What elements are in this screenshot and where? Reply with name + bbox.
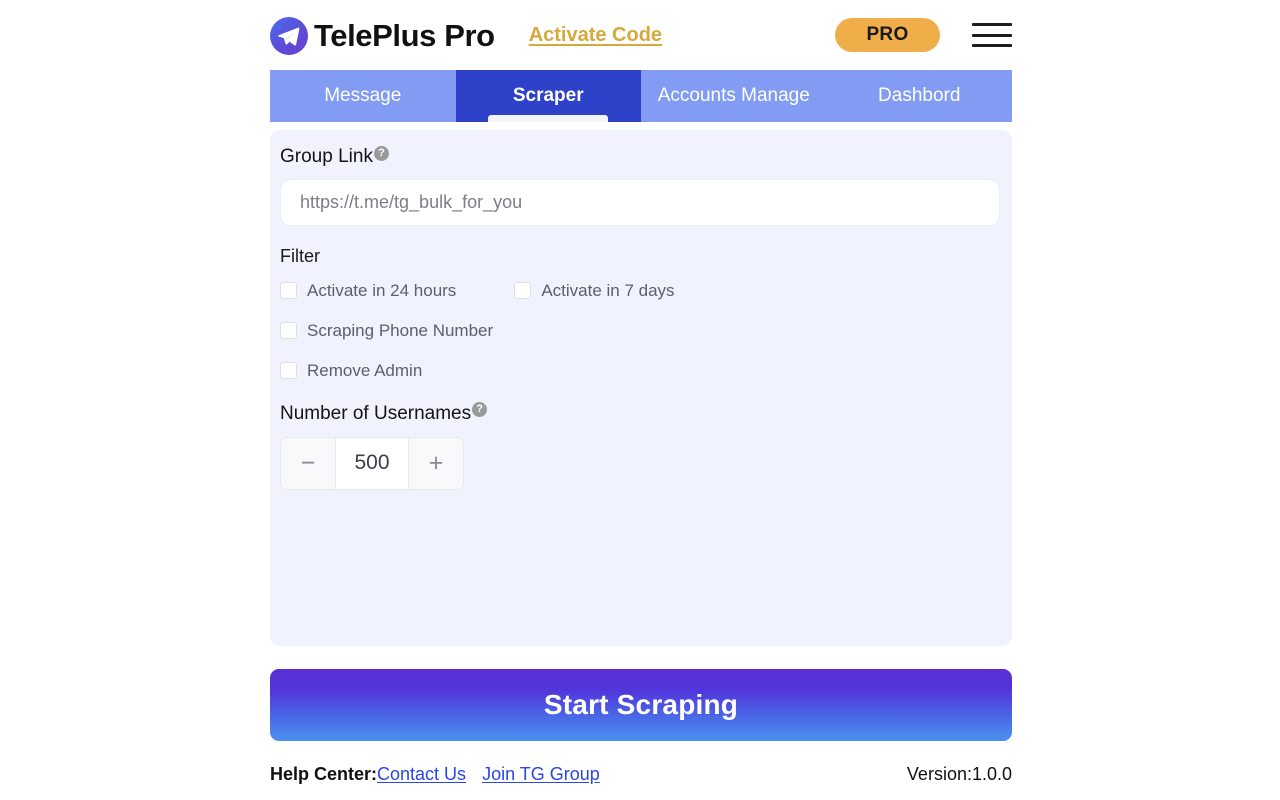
start-scraping-button[interactable]: Start Scraping (270, 669, 1012, 741)
app-window: TelePlus Pro Activate Code PRO Message S… (0, 0, 1280, 800)
increment-button[interactable]: + (408, 437, 463, 489)
brand-block: TelePlus Pro Activate Code (270, 15, 662, 55)
version-label: Version:1.0.0 (906, 763, 1012, 784)
group-link-input[interactable] (280, 178, 1000, 226)
checkbox-box[interactable] (280, 322, 297, 340)
usernames-label-row: Number of Usernames ? (280, 401, 1002, 425)
checkbox-scraping-phone-number[interactable]: Scraping Phone Number (280, 321, 493, 341)
checkbox-box[interactable] (280, 362, 297, 380)
tab-message[interactable]: Message (270, 70, 456, 122)
usernames-label: Number of Usernames (280, 402, 472, 424)
join-tg-group-link[interactable]: Join TG Group (482, 764, 600, 785)
tab-dashbord[interactable]: Dashbord (826, 70, 1012, 122)
tab-bar: Message Scraper Accounts Manage Dashbord (270, 70, 1012, 122)
app-title: TelePlus Pro (314, 17, 495, 53)
footer-bar: Help Center: Contact Us Join TG Group Ve… (270, 760, 1012, 788)
group-link-label-row: Group Link ? (280, 146, 1002, 168)
hamburger-bar (972, 23, 1012, 26)
hamburger-bar (972, 33, 1012, 37)
telegram-plane-icon (270, 17, 308, 55)
filter-row-2: Scraping Phone Number (280, 321, 1002, 341)
checkbox-box[interactable] (280, 282, 297, 300)
checkbox-label: Activate in 24 hours (307, 280, 457, 300)
contact-us-link[interactable]: Contact Us (377, 764, 466, 785)
activate-code-link[interactable]: Activate Code (529, 24, 662, 47)
tab-accounts-manage[interactable]: Accounts Manage (641, 70, 827, 122)
usernames-quantity-stepper: − 500 + (280, 436, 464, 490)
filter-row-3: Remove Admin (280, 361, 1002, 381)
checkbox-label: Scraping Phone Number (307, 320, 494, 340)
hamburger-bar (972, 44, 1012, 47)
app-header: TelePlus Pro Activate Code PRO (270, 0, 1012, 70)
filter-row-1: Activate in 24 hours Activate in 7 days (280, 281, 1002, 301)
decrement-button[interactable]: − (281, 437, 336, 489)
help-center-label: Help Center: (270, 763, 378, 784)
filter-label: Filter (280, 245, 320, 266)
usernames-help-icon[interactable]: ? (472, 401, 488, 417)
checkbox-box[interactable] (514, 282, 532, 300)
checkbox-activate-in-7-days[interactable]: Activate in 7 days (514, 280, 675, 301)
scraper-form-panel: Group Link ? Filter Activate in 24 hours… (270, 130, 1012, 646)
checkbox-remove-admin[interactable]: Remove Admin (280, 361, 422, 381)
header-actions: PRO (835, 18, 1012, 52)
tab-scraper[interactable]: Scraper (455, 70, 641, 122)
group-link-label: Group Link (280, 146, 373, 167)
checkbox-label: Activate in 7 days (541, 280, 675, 300)
checkbox-activate-in-24-hours[interactable]: Activate in 24 hours (280, 281, 456, 301)
hamburger-menu-icon[interactable] (972, 20, 1012, 50)
pro-badge[interactable]: PRO (835, 18, 940, 52)
group-link-help-icon[interactable]: ? (373, 146, 389, 161)
checkbox-label: Remove Admin (307, 360, 423, 380)
usernames-value[interactable]: 500 (336, 437, 408, 489)
